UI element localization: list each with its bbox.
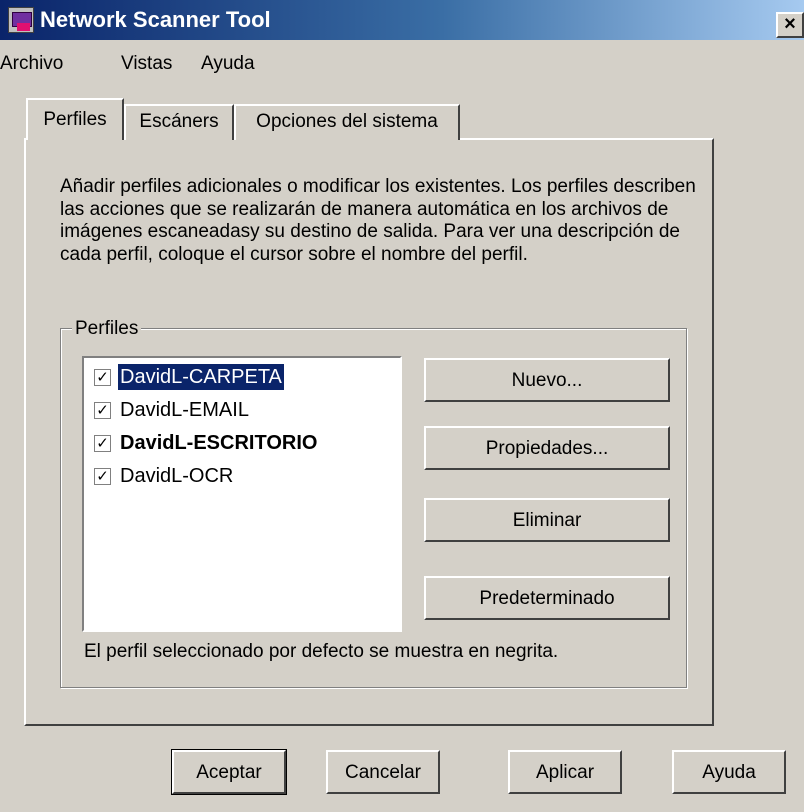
checkbox[interactable]: ✓ <box>94 402 111 419</box>
aplicar-button[interactable]: Aplicar <box>508 750 622 794</box>
menu-vistas[interactable]: Vistas <box>121 52 172 76</box>
predeterminado-button[interactable]: Predeterminado <box>424 576 670 620</box>
profiles-listbox[interactable]: ✓ DavidL-CARPETA ✓ DavidL-EMAIL ✓ DavidL… <box>82 356 402 632</box>
profile-name: DavidL-OCR <box>120 465 234 487</box>
profiles-description: Añadir perfiles adicionales o modificar … <box>60 176 696 265</box>
checkbox[interactable]: ✓ <box>94 468 111 485</box>
scanner-app-icon <box>8 7 34 33</box>
window-title: Network Scanner Tool <box>40 7 271 32</box>
ayuda-button[interactable]: Ayuda <box>672 750 786 794</box>
profile-name: DavidL-CARPETA <box>118 364 284 390</box>
profile-name: DavidL-ESCRITORIO <box>120 432 318 454</box>
aceptar-button[interactable]: Aceptar <box>171 749 287 795</box>
nuevo-button[interactable]: Nuevo... <box>424 358 670 402</box>
default-profile-note: El perfil seleccionado por defecto se mu… <box>84 641 559 662</box>
tab-perfiles[interactable]: Perfiles <box>26 98 124 140</box>
menu-archivo[interactable]: Archivo <box>0 52 63 76</box>
menu-ayuda[interactable]: Ayuda <box>201 52 255 76</box>
profiles-group-label: Perfiles <box>72 318 142 340</box>
propiedades-button[interactable]: Propiedades... <box>424 426 670 470</box>
eliminar-button[interactable]: Eliminar <box>424 498 670 542</box>
title-bar[interactable]: Network Scanner Tool <box>0 0 804 40</box>
close-button[interactable]: × <box>776 12 804 38</box>
profile-name: DavidL-EMAIL <box>120 399 249 421</box>
cancelar-button[interactable]: Cancelar <box>326 750 440 794</box>
tab-opciones-sistema[interactable]: Opciones del sistema <box>234 104 460 140</box>
tab-escaners[interactable]: Escáners <box>124 104 234 140</box>
checkbox[interactable]: ✓ <box>94 369 111 386</box>
checkbox[interactable]: ✓ <box>94 435 111 452</box>
